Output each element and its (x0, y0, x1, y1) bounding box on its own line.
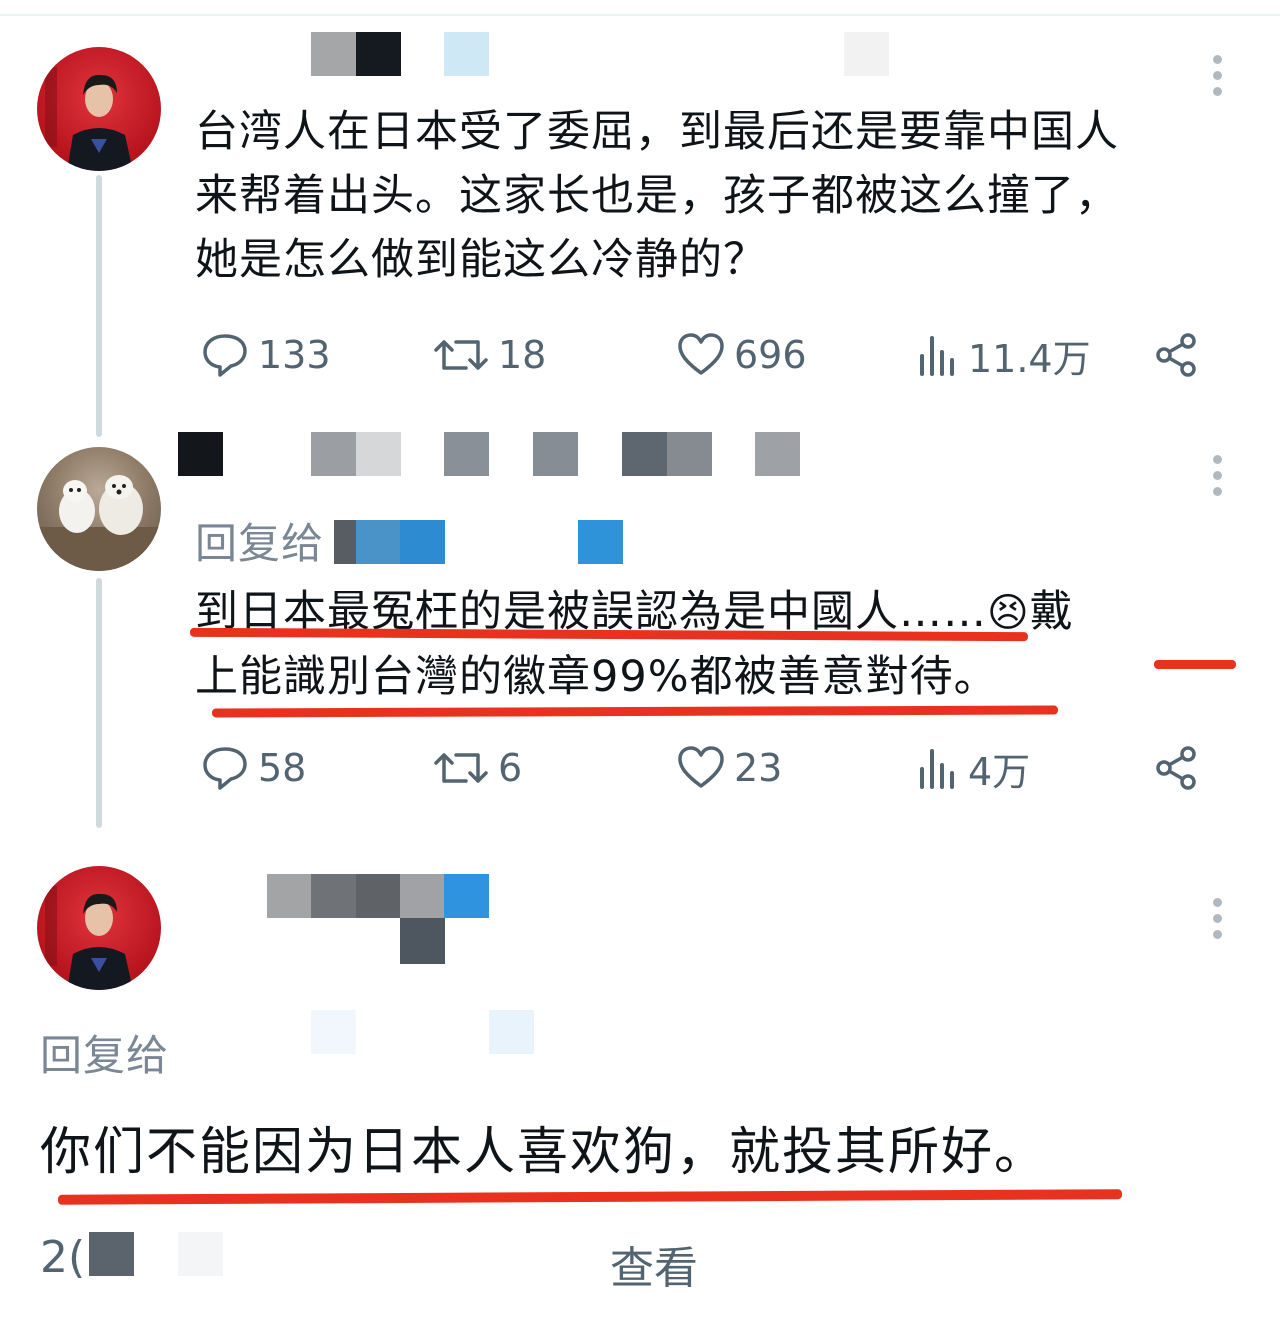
username-redacted (356, 432, 401, 476)
top-divider (0, 14, 1280, 16)
share-button[interactable] (1152, 330, 1210, 380)
view-count: 11.4万 (968, 336, 1091, 381)
tweet-text: 台湾人在日本受了委屈，到最后还是要靠中国人 来帮着出头。这家长也是，孩子都被这么… (195, 100, 1255, 292)
username-redacted (311, 432, 356, 476)
username-redacted (400, 874, 445, 918)
tweet-text-line: 台湾人在日本受了委屈，到最后还是要靠中国人 (195, 107, 1119, 157)
username-redacted (444, 432, 489, 476)
like-button[interactable]: 696 (676, 330, 807, 380)
username-redacted (844, 32, 889, 76)
persevering-face-emoji: 😣 (987, 590, 1030, 636)
view-count-label: 查看 (610, 1243, 698, 1294)
views-button[interactable]: 11.4万 (916, 330, 1091, 381)
handle-redacted (400, 520, 445, 564)
handle-redacted (489, 1010, 534, 1054)
like-count: 696 (734, 333, 807, 377)
username-redacted (533, 432, 578, 476)
views-button[interactable]: 4万 (916, 743, 1031, 794)
like-icon (678, 746, 724, 788)
retweet-icon (434, 753, 488, 783)
tweet-actions: 58 6 23 4万 (0, 743, 1280, 794)
reply-count: 58 (258, 746, 307, 790)
username-redacted (178, 432, 223, 476)
red-underline (211, 705, 1059, 718)
tweet-text-segment: 戴 (1029, 587, 1074, 637)
handle-redacted (356, 520, 401, 564)
avatar[interactable] (37, 447, 161, 571)
retweet-count: 6 (498, 746, 523, 790)
tweet-text-line: 她是怎么做到能这么冷静的？ (195, 235, 767, 285)
tweet-actions: 133 18 696 11.4万 (0, 330, 1280, 381)
avatar[interactable] (37, 47, 161, 171)
tweet-text-line: 上能識別台灣的徽章99%都被善意對待。 (195, 652, 998, 702)
more-icon[interactable] (1213, 55, 1223, 103)
retweet-count: 18 (498, 333, 547, 377)
retweet-button[interactable]: 6 (432, 743, 522, 793)
like-icon (678, 333, 724, 375)
tweet-text: 到日本最冤枉的是被誤認為是中國人……😣戴 上能識別台灣的徽章99%都被善意對待。 (195, 580, 1255, 709)
username-redacted (311, 32, 356, 76)
handle-redacted (311, 1010, 356, 1054)
tweet-text-line: 来帮着出头。这家长也是，孩子都被这么撞了， (195, 171, 1119, 221)
handle-redacted (400, 918, 445, 964)
username-redacted (667, 432, 712, 476)
username-redacted (622, 432, 667, 476)
username-redacted (311, 874, 356, 918)
reply-icon (203, 747, 247, 790)
views-icon (920, 749, 954, 789)
reply-to-label: 回复给 (195, 519, 325, 568)
reply-count: 133 (258, 333, 331, 377)
thread-line (96, 175, 102, 437)
more-icon[interactable] (1213, 898, 1223, 946)
verified-badge-redacted (444, 874, 489, 918)
handle-redacted (334, 520, 356, 564)
avatar[interactable] (37, 866, 161, 990)
red-underline (1154, 660, 1236, 669)
reply-button[interactable]: 58 (200, 743, 306, 793)
avatar-portrait (45, 886, 133, 990)
view-count: 4万 (968, 749, 1031, 794)
username-redacted (356, 874, 401, 918)
retweet-icon (434, 340, 488, 370)
more-icon[interactable] (1213, 455, 1223, 503)
reply-button[interactable]: 133 (200, 330, 331, 380)
avatar-portrait (45, 67, 133, 171)
username-redacted (444, 32, 489, 76)
timestamp-partial: 2( (40, 1232, 86, 1283)
timestamp-redacted (178, 1232, 223, 1276)
focused-tweet-text: 你们不能因为日本人喜欢狗，就投其所好。 (40, 1123, 1048, 1182)
share-icon (1156, 333, 1196, 377)
share-icon (1156, 746, 1196, 790)
retweet-button[interactable]: 18 (432, 330, 546, 380)
red-underline (57, 1189, 1123, 1205)
username-redacted (356, 32, 401, 76)
handle-redacted (578, 520, 623, 564)
views-icon (920, 336, 954, 376)
avatar-dogs (37, 475, 161, 571)
like-button[interactable]: 23 (676, 743, 782, 793)
reply-icon (203, 334, 247, 377)
like-count: 23 (734, 746, 783, 790)
reply-to-label: 回复给 (40, 1031, 170, 1080)
timestamp-redacted (89, 1232, 134, 1276)
share-button[interactable] (1152, 743, 1210, 793)
username-redacted (267, 874, 312, 918)
username-redacted (755, 432, 800, 476)
